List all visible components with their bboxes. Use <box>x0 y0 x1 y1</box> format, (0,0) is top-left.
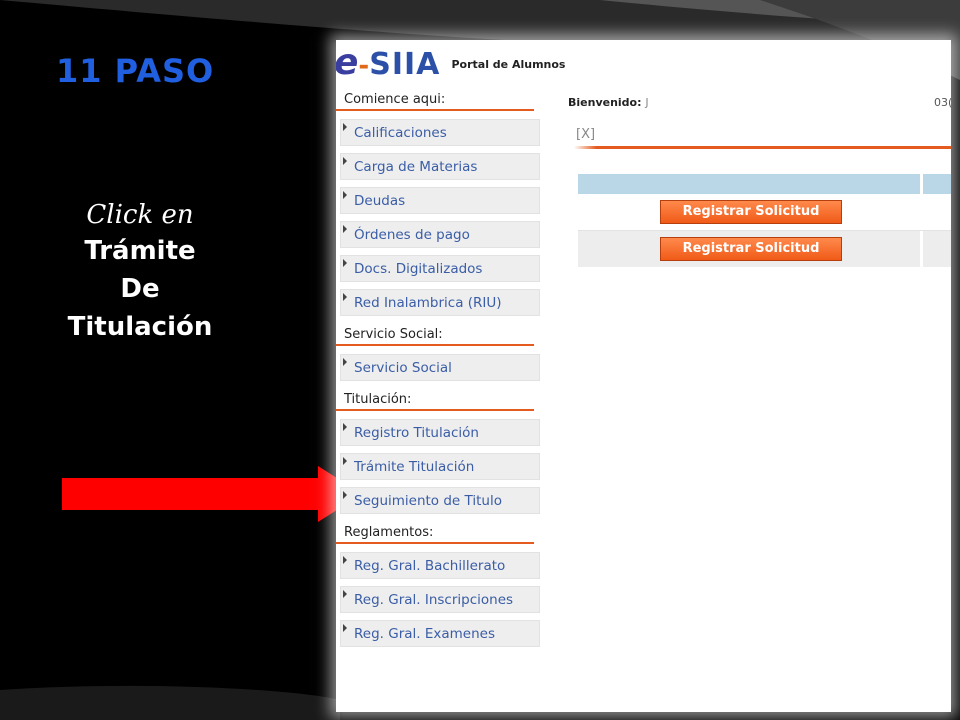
table-row: Registrar Solicitud <box>578 194 951 230</box>
welcome-line: Bienvenido: J 03( <box>568 96 951 109</box>
instruction-line-3: Titulación <box>67 312 213 342</box>
bullet-triangle-icon <box>343 123 347 131</box>
section-header-servicio-social: Servicio Social: <box>336 323 534 346</box>
sidebar-item-deudas[interactable]: Deudas <box>340 187 540 214</box>
bullet-triangle-icon <box>343 259 347 267</box>
sidebar-item-reg-examenes[interactable]: Reg. Gral. Examenes <box>340 620 540 647</box>
portal-subtitle: Portal de Alumnos <box>451 58 566 71</box>
sidebar-item-label: Órdenes de pago <box>354 227 470 243</box>
sidebar-item-label: Registro Titulación <box>354 425 479 441</box>
sidebar-item-calificaciones[interactable]: Calificaciones <box>340 119 540 146</box>
bullet-triangle-icon <box>343 293 347 301</box>
sidebar-item-tramite-titulacion[interactable]: Trámite Titulación <box>340 453 540 480</box>
bullet-triangle-icon <box>343 491 347 499</box>
section-header-reglamentos: Reglamentos: <box>336 521 534 544</box>
sidebar-item-label: Deudas <box>354 193 406 209</box>
sidebar-item-label: Seguimiento de Titulo <box>354 493 502 509</box>
sidebar-item-reg-bachillerato[interactable]: Reg. Gral. Bachillerato <box>340 552 540 579</box>
portal-screenshot: e-SIIA Portal de Alumnos Comience aqui: … <box>336 40 951 712</box>
sidebar-item-docs-digitalizados[interactable]: Docs. Digitalizados <box>340 255 540 282</box>
welcome-label: Bienvenido: <box>568 96 642 109</box>
welcome-name: J <box>645 96 649 109</box>
bullet-triangle-icon <box>343 157 347 165</box>
logo-dash: - <box>358 51 370 81</box>
bullet-triangle-icon <box>343 191 347 199</box>
sidebar-item-label: Calificaciones <box>354 125 447 141</box>
instruction-click: Click en <box>86 200 194 230</box>
sidebar-item-label: Red Inalambrica (RIU) <box>354 295 502 311</box>
logo-e: e <box>336 42 359 83</box>
sidebar-item-label: Reg. Gral. Examenes <box>354 626 495 642</box>
instruction-text: Click en Trámite De Titulación <box>30 200 250 346</box>
red-arrow-pointer <box>62 466 362 522</box>
sidebar-item-reg-inscripciones[interactable]: Reg. Gral. Inscripciones <box>340 586 540 613</box>
register-request-button[interactable]: Registrar Solicitud <box>660 237 842 261</box>
sidebar-item-label: Servicio Social <box>354 360 452 376</box>
section-header-titulacion: Titulación: <box>336 388 534 411</box>
bullet-triangle-icon <box>343 423 347 431</box>
sidebar-item-red-inalambrica[interactable]: Red Inalambrica (RIU) <box>340 289 540 316</box>
sidebar-item-label: Carga de Materias <box>354 159 478 175</box>
bullet-triangle-icon <box>343 457 347 465</box>
slide-title: 11 PASO <box>56 52 215 90</box>
table-header <box>578 174 951 194</box>
bullet-triangle-icon <box>343 590 347 598</box>
main-content: Bienvenido: J 03( [X] Registrar Solicitu… <box>568 88 951 267</box>
welcome-code: 03( <box>934 96 951 109</box>
sidebar-item-seguimiento-titulo[interactable]: Seguimiento de Titulo <box>340 487 540 514</box>
table-row: Registrar Solicitud <box>578 230 951 267</box>
bullet-triangle-icon <box>343 225 347 233</box>
request-table: Registrar Solicitud Registrar Solicitud <box>578 174 951 267</box>
orange-divider <box>574 146 951 149</box>
sidebar-item-carga-materias[interactable]: Carga de Materias <box>340 153 540 180</box>
sidebar-item-servicio-social[interactable]: Servicio Social <box>340 354 540 381</box>
register-request-button[interactable]: Registrar Solicitud <box>660 200 842 224</box>
sidebar-item-label: Reg. Gral. Bachillerato <box>354 558 506 574</box>
section-header-comience: Comience aqui: <box>336 88 534 111</box>
instruction-line-1: Trámite <box>84 236 196 266</box>
esiia-logo: e-SIIA Portal de Alumnos <box>336 42 565 83</box>
sidebar-item-label: Reg. Gral. Inscripciones <box>354 592 514 608</box>
bullet-triangle-icon <box>343 556 347 564</box>
sidebar-item-label: Docs. Digitalizados <box>354 261 483 277</box>
sidebar-item-registro-titulacion[interactable]: Registro Titulación <box>340 419 540 446</box>
close-link[interactable]: [X] <box>568 127 951 142</box>
sidebar-item-ordenes-pago[interactable]: Órdenes de pago <box>340 221 540 248</box>
bullet-triangle-icon <box>343 358 347 366</box>
sidebar-item-label: Trámite Titulación <box>354 459 475 475</box>
instruction-line-2: De <box>120 274 160 304</box>
bullet-triangle-icon <box>343 624 347 632</box>
logo-name: SIIA <box>369 47 441 82</box>
sidebar-menu: Comience aqui: Calificaciones Carga de M… <box>336 88 548 654</box>
